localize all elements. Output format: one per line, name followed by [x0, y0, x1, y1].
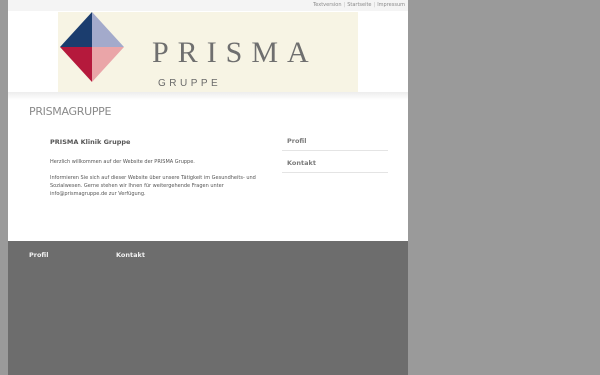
footer-link-profil[interactable]: Profil [29, 251, 48, 260]
header-shadow [8, 92, 408, 100]
sidebar: Profil Kontakt [282, 133, 388, 173]
sidebar-item-profil[interactable]: Profil [282, 133, 388, 151]
info-paragraph: Informieren Sie sich auf dieser Website … [50, 175, 256, 197]
logo-facet-bottom-right [92, 47, 124, 82]
logo-facet-top-left [60, 12, 92, 47]
site-heading: PRISMAGRUPPE [29, 105, 112, 118]
footer: Profil Kontakt [8, 241, 408, 375]
logo-subtitle: GRUPPE [158, 78, 222, 89]
top-links: Textversion | Startseite | Impressum [313, 1, 405, 9]
logo-facet-bottom-left [60, 47, 92, 82]
logo-facet-top-right [92, 12, 124, 47]
logo-wordmark: PRISMA [152, 36, 318, 69]
content-title: PRISMA Klinik Gruppe [50, 138, 131, 146]
sidebar-item-kontakt[interactable]: Kontakt [282, 155, 388, 173]
page-container: Textversion | Startseite | Impressum PRISMA … [8, 0, 408, 375]
top-link-startseite[interactable]: Startseite [347, 2, 371, 8]
main-content: PRISMA Klinik Gruppe Herzlich willkommen… [50, 138, 275, 206]
welcome-paragraph: Herzlich willkommen auf der Website der … [50, 159, 195, 165]
footer-link-kontakt[interactable]: Kontakt [116, 251, 145, 260]
prism-logo-icon [60, 12, 124, 82]
top-link-impressum[interactable]: Impressum [377, 2, 405, 8]
top-link-textversion[interactable]: Textversion [313, 2, 341, 8]
logo[interactable]: PRISMA GRUPPE [58, 12, 358, 92]
